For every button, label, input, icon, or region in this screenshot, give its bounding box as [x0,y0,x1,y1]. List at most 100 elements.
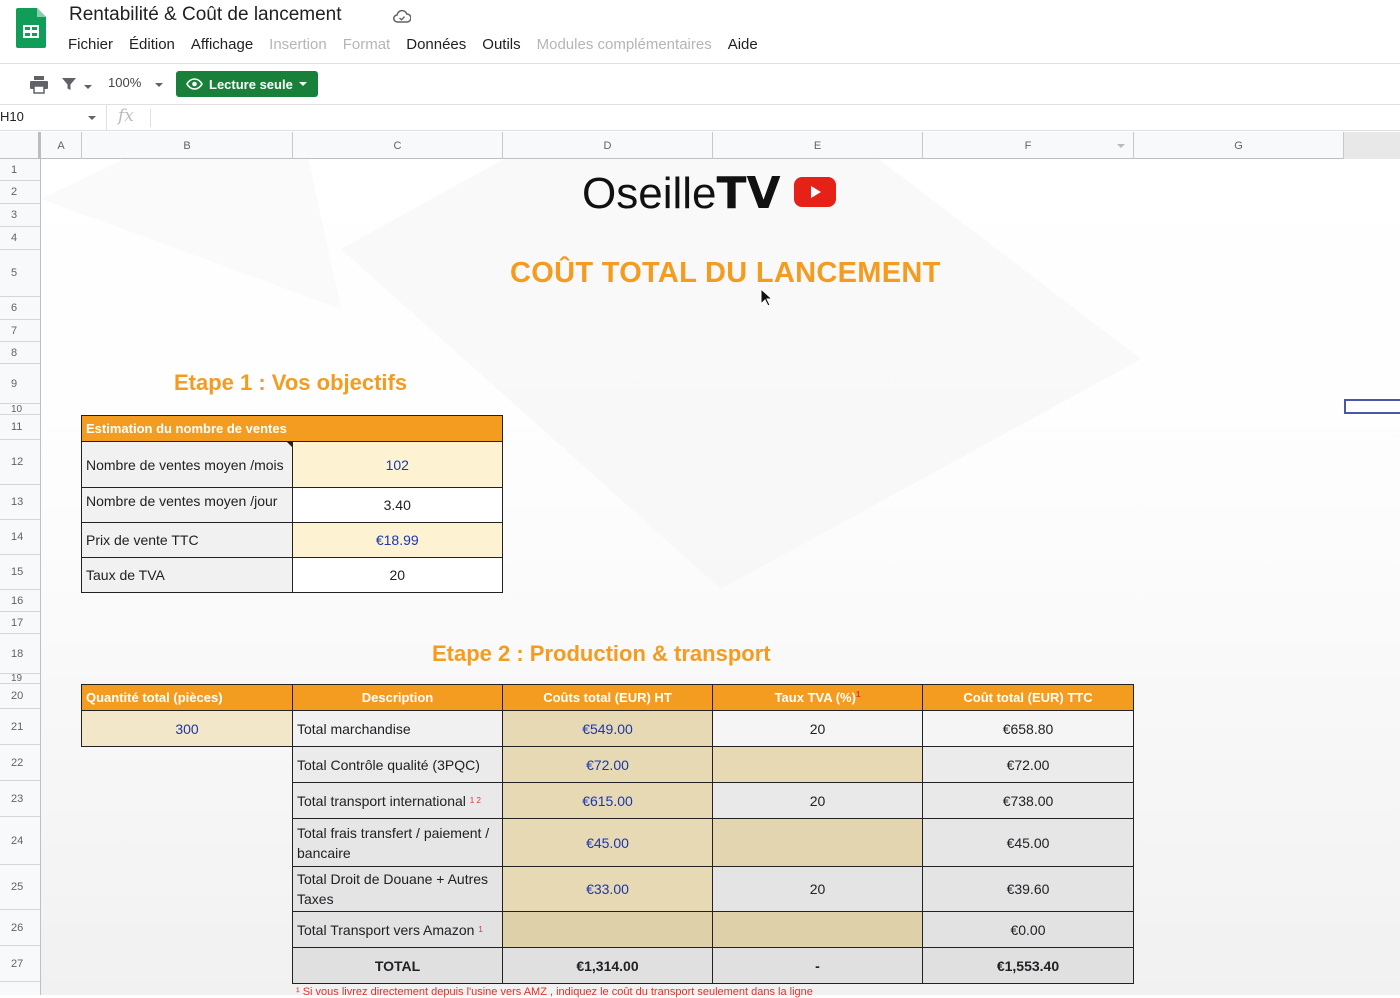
col-header-d[interactable]: D [503,132,713,159]
vat-cell[interactable]: 20 [712,782,923,819]
document-title[interactable]: Rentabilité & Coût de lancement [69,4,342,26]
print-icon[interactable] [29,76,49,94]
cost-ht-input[interactable] [502,911,713,948]
filter-dropdown-icon[interactable] [1117,144,1125,148]
comment-marker-icon[interactable] [286,441,292,447]
t2-desc-cell: Total Transport vers Amazon 1 [292,911,503,948]
row-header[interactable]: 23 [0,781,40,817]
menu-aide[interactable]: Aide [728,36,758,56]
zoom-select[interactable]: 100% [108,75,141,90]
row-header[interactable]: 25 [0,865,40,910]
t2-header-quantity: Quantité total (pièces) [81,684,293,711]
row-header[interactable]: 6 [0,297,40,320]
name-box[interactable]: H10 [0,109,100,124]
vat-cell[interactable] [712,818,923,867]
col-header-g[interactable]: G [1134,132,1344,159]
selected-cell-outline[interactable] [1344,399,1400,414]
menu-donnees[interactable]: Données [406,36,466,56]
row-header[interactable]: 7 [0,320,40,342]
col-header-b[interactable]: B [82,132,293,159]
t2-desc: Total Droit de Douane + Autres Taxes [292,866,503,912]
vat-cell[interactable] [712,911,923,948]
t2-desc: Total marchandise [292,710,503,747]
zoom-chevron-down-icon[interactable] [155,83,163,87]
sale-price-input[interactable]: €18.99 [291,522,504,558]
brand-light: Oseille [582,169,717,218]
row-header[interactable]: 20 [0,684,40,709]
row-header[interactable]: 21 [0,709,40,745]
menu-outils[interactable]: Outils [482,36,520,56]
cost-ht-input[interactable]: €33.00 [502,866,713,912]
row-header[interactable]: 18 [0,634,40,674]
t1-label: Nombre de ventes moyen /jour [81,487,293,523]
t2-header-vat: Taux TVA (%)1 [712,684,923,711]
cloud-status-icon[interactable] [393,9,412,23]
row-header[interactable]: 26 [0,910,40,946]
empty-cell [82,912,293,948]
col-header-a[interactable]: A [41,132,82,159]
row-header[interactable]: 14 [0,520,40,555]
row-header[interactable]: 17 [0,612,40,634]
cost-ht-input[interactable]: €72.00 [502,746,713,783]
step2-title: Etape 2 : Production & transport [432,641,771,666]
menu-format[interactable]: Format [343,36,391,56]
readonly-chevron-down-icon [298,82,307,86]
vat-cell[interactable]: 20 [712,866,923,912]
footnote-ref: 1 [855,690,861,699]
readonly-mode-button[interactable]: Lecture seule [176,71,318,97]
row-header[interactable]: 12 [0,440,40,485]
cost-ttc-cell: €45.00 [922,818,1134,867]
menu-edition[interactable]: Édition [129,36,175,56]
select-all-corner[interactable] [0,132,41,159]
menu-fichier[interactable]: Fichier [68,36,113,56]
row-header[interactable]: 11 [0,415,40,440]
menu-affichage[interactable]: Affichage [191,36,253,56]
row-header[interactable]: 8 [0,342,40,364]
sheets-logo-icon[interactable] [16,8,46,48]
cost-ht-input[interactable]: €45.00 [502,818,713,867]
row-header[interactable]: 5 [0,250,40,297]
filter-chevron-down-icon[interactable] [84,85,92,89]
row-header[interactable]: 10 [0,404,40,415]
row-header[interactable]: 27 [0,946,40,982]
t2-header-cost-ttc: Coût total (EUR) TTC [922,684,1134,711]
row-header[interactable]: 4 [0,227,40,250]
vat-cell[interactable] [712,746,923,783]
col-header-f[interactable]: F [923,132,1134,159]
menu-insertion[interactable]: Insertion [269,36,327,56]
brand-logo: OseilleTV [582,168,781,219]
monthly-sales-input[interactable]: 102 [291,441,504,488]
row-header[interactable]: 15 [0,555,40,590]
row-header[interactable]: 9 [0,364,40,404]
footnote: ¹ Si vous livrez directement depuis l'us… [296,986,813,998]
eye-icon [186,78,203,90]
row-header[interactable]: 1 [0,159,40,181]
empty-cell [82,783,293,819]
t1-label: Prix de vente TTC [81,522,293,558]
row-header[interactable]: 24 [0,817,40,865]
t2-desc: Total Transport vers Amazon [297,921,475,938]
row-header[interactable]: 2 [0,181,40,204]
row-header[interactable]: 19 [0,673,40,684]
filter-icon[interactable] [61,76,77,92]
cost-ht-input[interactable]: €549.00 [502,710,713,747]
cost-ttc-cell: €738.00 [922,782,1134,819]
t2-desc: Total frais transfert / paiement / banca… [292,818,503,867]
t2-header-description: Description [292,684,503,711]
menu-modules[interactable]: Modules complémentaires [537,36,712,56]
namebox-chevron-down-icon[interactable] [88,116,96,120]
empty-cell [82,948,293,984]
formula-input[interactable] [160,107,1390,129]
quantity-input[interactable]: 300 [81,710,293,747]
empty-cell [82,747,293,783]
row-header[interactable]: 13 [0,485,40,520]
cost-ht-input[interactable]: €615.00 [502,782,713,819]
row-header[interactable]: 16 [0,590,40,612]
t1-label: Taux de TVA [81,557,293,593]
col-header-c[interactable]: C [293,132,503,159]
row-header[interactable]: 3 [0,204,40,227]
row-header[interactable]: 22 [0,745,40,781]
col-header-e[interactable]: E [713,132,923,159]
t2-header-cost-ht: Coûts total (EUR) HT [502,684,713,711]
vat-cell[interactable]: 20 [712,710,923,747]
